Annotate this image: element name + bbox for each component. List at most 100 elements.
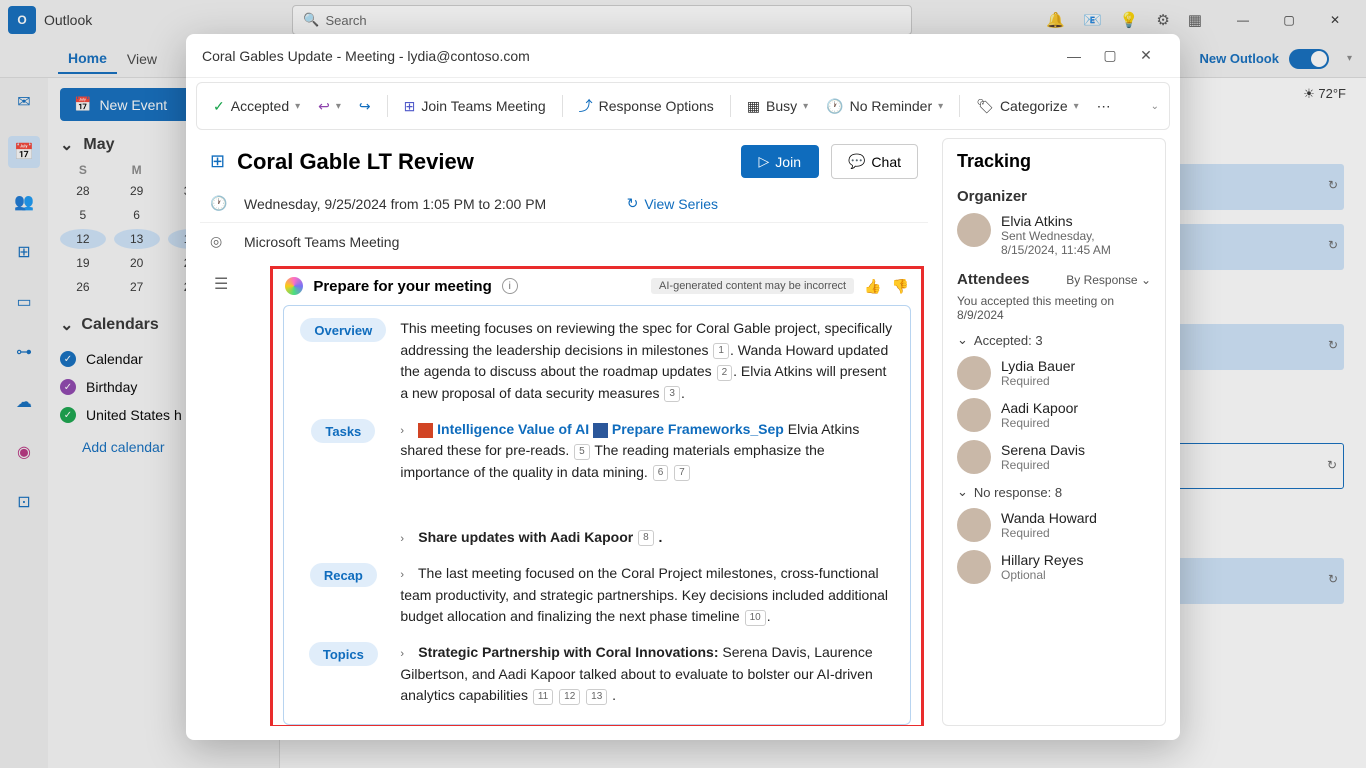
rail-org-icon[interactable]: ⊶ bbox=[8, 336, 40, 368]
thumbs-up-icon[interactable]: 👍 bbox=[864, 278, 881, 295]
outlook-app-icon: O bbox=[8, 6, 36, 34]
attendee-row[interactable]: Wanda HowardRequired bbox=[957, 508, 1151, 542]
maximize-button[interactable]: ▢ bbox=[1266, 4, 1312, 36]
attendee-row[interactable]: Lydia BauerRequired bbox=[957, 356, 1151, 390]
teams-icon: ⊞ bbox=[404, 98, 416, 115]
location-icon: ◎ bbox=[210, 233, 230, 250]
attendee-row[interactable]: Aadi KapoorRequired bbox=[957, 398, 1151, 432]
ribbon-chevron-icon[interactable]: ▾ bbox=[1347, 53, 1352, 64]
minimize-button[interactable]: — bbox=[1220, 4, 1266, 36]
response-icon: ⤴ bbox=[579, 96, 593, 116]
cal-day[interactable]: 28 bbox=[60, 181, 106, 201]
cal-day[interactable]: 27 bbox=[114, 277, 160, 297]
forward-button[interactable]: ↪ bbox=[353, 94, 377, 119]
doc-link-1[interactable]: Intelligence Value of AI bbox=[437, 421, 589, 437]
cal-day[interactable]: 13 bbox=[114, 229, 160, 249]
ai-summary: Overview This meeting focuses on reviewi… bbox=[283, 305, 911, 725]
accepted-group[interactable]: ⌄ Accepted: 3 bbox=[957, 332, 1151, 348]
tab-home[interactable]: Home bbox=[58, 44, 117, 74]
chevron-down-icon[interactable]: ⌄ bbox=[60, 135, 73, 155]
prepare-highlight-box: Prepare for your meeting i AI-generated … bbox=[270, 266, 924, 726]
rail-groups-icon[interactable]: ⊞ bbox=[8, 236, 40, 268]
avatar bbox=[957, 356, 991, 390]
by-response-dropdown[interactable]: By Response ⌄ bbox=[1066, 273, 1151, 287]
attendee-role: Required bbox=[1001, 458, 1085, 472]
refresh-icon: ↻ bbox=[627, 195, 639, 212]
accepted-button[interactable]: ✓Accepted▾ bbox=[207, 94, 306, 119]
powerpoint-icon bbox=[418, 423, 433, 438]
clock-icon: 🕐 bbox=[826, 98, 843, 115]
avatar bbox=[957, 398, 991, 432]
cal-day[interactable]: 26 bbox=[60, 277, 106, 297]
view-series-link[interactable]: ↻View Series bbox=[627, 195, 718, 212]
rail-calendar-icon[interactable]: 📅 bbox=[8, 136, 40, 168]
overview-text: This meeting focuses on reviewing the sp… bbox=[400, 318, 896, 405]
rail-mail-icon[interactable]: ✉ bbox=[8, 86, 40, 118]
rail-people-icon[interactable]: 👥 bbox=[8, 186, 40, 218]
mail-icon[interactable]: 📧 bbox=[1083, 11, 1102, 29]
close-button[interactable]: ✕ bbox=[1312, 4, 1358, 36]
tab-view[interactable]: View bbox=[117, 45, 167, 73]
rail-app1-icon[interactable]: ◉ bbox=[8, 436, 40, 468]
dialog-close[interactable]: ✕ bbox=[1128, 47, 1164, 64]
meeting-icon: ⊞ bbox=[210, 151, 225, 172]
topics-text: › Strategic Partnership with Coral Innov… bbox=[400, 642, 896, 725]
doc-link-2[interactable]: Prepare Frameworks_Sep bbox=[612, 421, 784, 437]
response-options-button[interactable]: ⤴Response Options bbox=[573, 92, 720, 120]
refresh-icon[interactable]: ↻ bbox=[1328, 178, 1338, 192]
month-label: May bbox=[83, 136, 114, 154]
dialog-maximize[interactable]: ▢ bbox=[1092, 47, 1128, 64]
attendee-row[interactable]: Serena DavisRequired bbox=[957, 440, 1151, 474]
cal-day[interactable]: 5 bbox=[60, 205, 106, 225]
cal-day[interactable]: 12 bbox=[60, 229, 106, 249]
tracking-panel: Tracking Organizer Elvia Atkins Sent Wed… bbox=[942, 138, 1166, 726]
tracking-title: Tracking bbox=[957, 151, 1151, 172]
refresh-icon[interactable]: ↻ bbox=[1328, 572, 1338, 586]
tasks-pill: Tasks bbox=[311, 419, 375, 443]
join-teams-button[interactable]: ⊞Join Teams Meeting bbox=[398, 94, 552, 119]
new-outlook-toggle[interactable] bbox=[1289, 49, 1329, 69]
join-button[interactable]: ▷Join bbox=[741, 145, 819, 178]
gear-icon[interactable]: ⚙ bbox=[1156, 11, 1169, 29]
cal-day[interactable]: 29 bbox=[114, 181, 160, 201]
refresh-icon[interactable]: ↻ bbox=[1328, 238, 1338, 252]
chat-button[interactable]: 💬Chat bbox=[831, 144, 918, 179]
new-outlook-label: New Outlook bbox=[1200, 51, 1279, 66]
refresh-icon[interactable]: ↻ bbox=[1327, 458, 1337, 472]
search-input[interactable]: 🔍 Search bbox=[292, 5, 912, 35]
avatar bbox=[957, 440, 991, 474]
weather-widget[interactable]: ☀ 72°F bbox=[1303, 86, 1346, 102]
calendar-name: Birthday bbox=[86, 379, 137, 395]
rail-app2-icon[interactable]: ⊡ bbox=[8, 486, 40, 518]
reply-button[interactable]: ↩▾ bbox=[312, 94, 347, 119]
attendees-label: Attendees bbox=[957, 271, 1030, 288]
thumbs-down-icon[interactable]: 👎 bbox=[892, 278, 909, 295]
categorize-button[interactable]: 🏷Categorize▾ bbox=[970, 94, 1085, 119]
apps-icon[interactable]: ▦ bbox=[1188, 11, 1202, 29]
noresponse-group[interactable]: ⌄ No response: 8 bbox=[957, 484, 1151, 500]
cal-day[interactable]: 19 bbox=[60, 253, 106, 273]
rail-bar: ✉ 📅 👥 ⊞ ▭ ⊶ ☁ ◉ ⊡ bbox=[0, 78, 48, 768]
lightbulb-icon[interactable]: 💡 bbox=[1120, 11, 1139, 29]
avatar bbox=[957, 213, 991, 247]
calendar-color-icon: ✓ bbox=[60, 351, 76, 367]
chevron-down-icon[interactable]: ⌄ bbox=[60, 315, 73, 335]
reply-icon: ↩ bbox=[318, 98, 330, 115]
refresh-icon[interactable]: ↻ bbox=[1328, 338, 1338, 352]
attendee-name: Hillary Reyes bbox=[1001, 552, 1083, 568]
attendee-row[interactable]: Hillary ReyesOptional bbox=[957, 550, 1151, 584]
recap-text: › The last meeting focused on the Coral … bbox=[400, 563, 896, 628]
info-icon[interactable]: i bbox=[502, 278, 518, 294]
busy-button[interactable]: ▦Busy▾ bbox=[741, 94, 814, 119]
reminder-button[interactable]: 🕐No Reminder▾ bbox=[820, 94, 949, 119]
bell-icon[interactable]: 🔔 bbox=[1046, 11, 1065, 29]
toolbar-expand-icon[interactable]: ⌄ bbox=[1151, 101, 1159, 112]
check-icon: ✓ bbox=[213, 98, 225, 115]
cal-day[interactable]: 20 bbox=[114, 253, 160, 273]
topics-pill: Topics bbox=[309, 642, 378, 666]
dialog-minimize[interactable]: — bbox=[1056, 48, 1092, 64]
more-button[interactable]: ⋯ bbox=[1091, 94, 1117, 119]
rail-files-icon[interactable]: ▭ bbox=[8, 286, 40, 318]
rail-onedrive-icon[interactable]: ☁ bbox=[8, 386, 40, 418]
cal-day[interactable]: 6 bbox=[114, 205, 160, 225]
